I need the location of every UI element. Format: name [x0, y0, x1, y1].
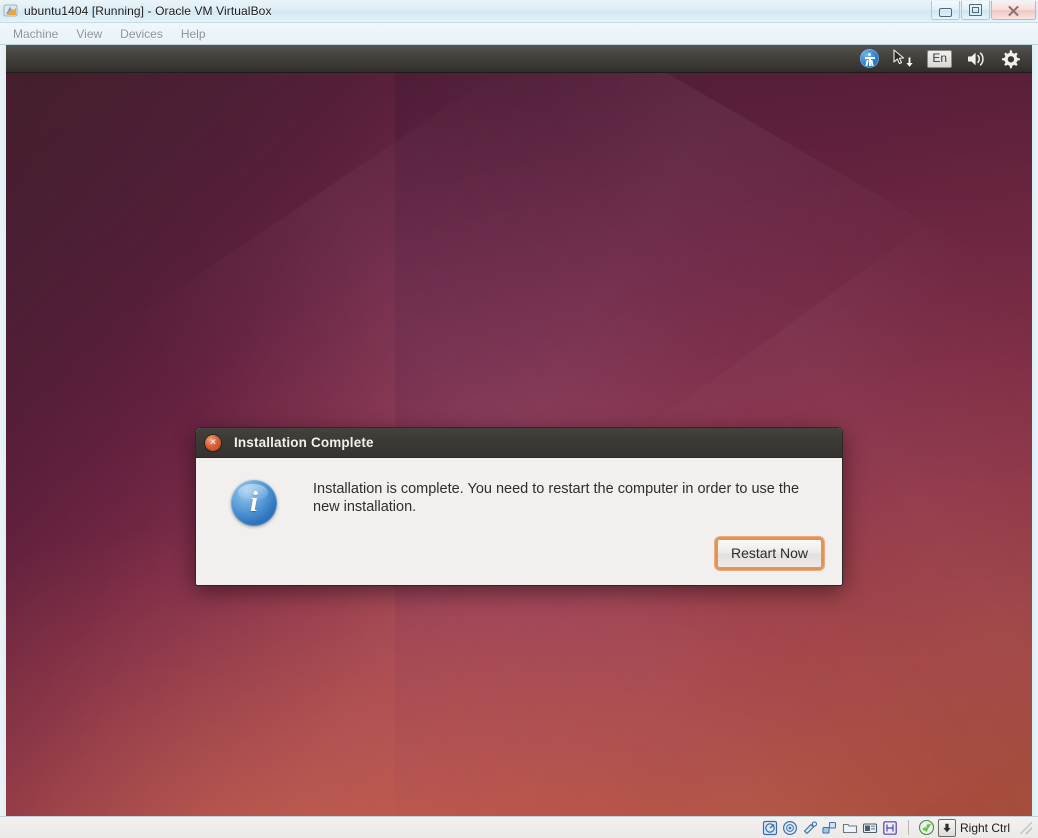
mouse-integration-icon[interactable]	[918, 819, 935, 836]
usb-icon[interactable]	[802, 819, 819, 836]
close-icon: ×	[210, 436, 216, 448]
minimize-button[interactable]	[931, 1, 960, 20]
keyboard-layout-label: En	[927, 49, 952, 68]
close-icon	[1007, 5, 1020, 16]
volume-icon	[968, 51, 984, 66]
menu-machine[interactable]: Machine	[4, 25, 67, 43]
pointer-indicator[interactable]	[886, 45, 920, 73]
host-key-label: Right Ctrl	[959, 820, 1010, 835]
display-icon[interactable]	[862, 819, 879, 836]
volume-indicator[interactable]	[959, 45, 993, 73]
virtualbox-window: ubuntu1404 [Running] - Oracle VM Virtual…	[0, 0, 1038, 838]
shared-folders-icon[interactable]	[842, 819, 859, 836]
dialog-close-button[interactable]: ×	[205, 434, 221, 451]
pointer-icon	[893, 49, 915, 68]
info-icon-glyph: i	[249, 485, 259, 518]
dialog-message: Installation is complete. You need to re…	[313, 481, 800, 515]
info-icon: i	[231, 480, 277, 526]
status-icon-group	[762, 819, 935, 836]
hard-disk-icon[interactable]	[762, 819, 779, 836]
vm-display[interactable]: En × Installation Complete i Installatio…	[3, 45, 1035, 816]
vbox-statusbar: Right Ctrl	[0, 816, 1038, 838]
window-title: ubuntu1404 [Running] - Oracle VM Virtual…	[24, 4, 272, 18]
network-icon[interactable]	[822, 819, 839, 836]
menubar: Machine View Devices Help	[0, 23, 1038, 45]
dialog-title: Installation Complete	[234, 435, 374, 450]
minimize-icon	[939, 7, 952, 17]
dialog-body: i Installation is complete. You need to …	[196, 458, 842, 526]
accessibility-icon	[860, 49, 880, 68]
status-separator	[907, 820, 909, 835]
vm-right-edge	[1032, 45, 1035, 816]
host-key-icon	[937, 818, 956, 837]
download-arrow-icon	[905, 57, 915, 68]
maximize-button[interactable]	[961, 1, 990, 20]
optical-disk-icon[interactable]	[782, 819, 799, 836]
menu-devices[interactable]: Devices	[111, 25, 172, 43]
virtualbox-icon	[3, 3, 19, 19]
gear-icon	[1001, 49, 1020, 68]
menu-view[interactable]: View	[67, 25, 111, 43]
maximize-icon	[969, 4, 982, 16]
window-controls	[930, 0, 1036, 21]
host-key-indicator[interactable]: Right Ctrl	[937, 818, 1010, 837]
installation-complete-dialog: × Installation Complete i Installation i…	[195, 427, 843, 586]
window-titlebar[interactable]: ubuntu1404 [Running] - Oracle VM Virtual…	[0, 0, 1038, 23]
restart-now-button[interactable]: Restart Now	[716, 539, 822, 568]
menu-help[interactable]: Help	[172, 25, 215, 43]
dialog-titlebar[interactable]: × Installation Complete	[196, 428, 842, 458]
vm-left-edge	[3, 45, 6, 816]
keyboard-layout-indicator[interactable]: En	[920, 45, 959, 73]
video-capture-icon[interactable]	[882, 819, 899, 836]
close-button[interactable]	[991, 1, 1036, 20]
unity-top-panel: En	[3, 45, 1035, 73]
dialog-actions: Restart Now	[196, 526, 842, 585]
window-resize-grip[interactable]	[1020, 821, 1032, 834]
accessibility-figure-legs	[866, 60, 874, 66]
accessibility-indicator[interactable]	[853, 45, 886, 73]
system-settings-indicator[interactable]	[993, 45, 1027, 73]
